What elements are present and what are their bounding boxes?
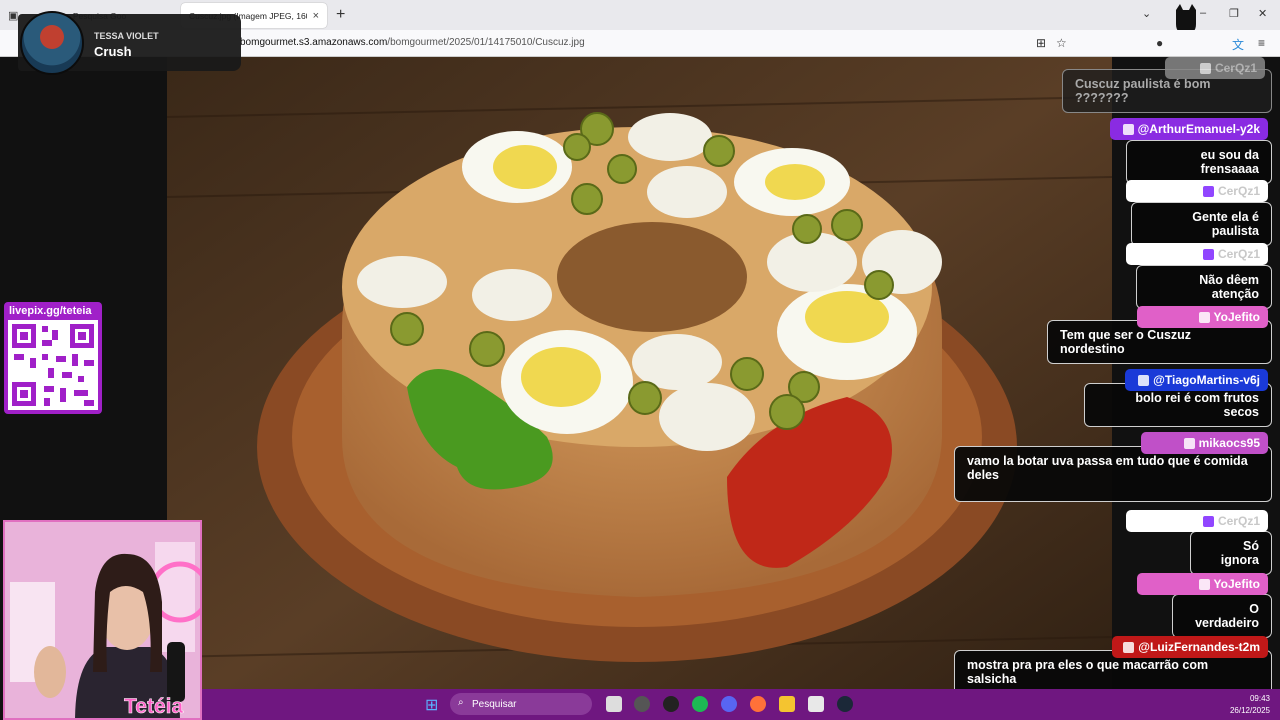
- clock-time: 09:43: [1249, 694, 1270, 703]
- chat-message: vamo la botar uva passa em tudo que é co…: [954, 446, 1272, 502]
- now-playing-artist: TESSA VIOLET: [94, 31, 159, 41]
- album-art: [20, 11, 84, 75]
- close-tab-icon[interactable]: ×: [313, 10, 319, 22]
- badge-icon: [1198, 311, 1210, 323]
- address-bar[interactable]: bomgourmet.s3.amazonaws.com/bomgourmet/2…: [240, 37, 585, 48]
- chat-username-label: CerQz1: [1214, 61, 1257, 75]
- livepix-label: livepix.gg/teteia: [9, 305, 92, 317]
- chat-username[interactable]: @LuizFernandes-t2m: [1112, 636, 1268, 658]
- close-window-icon[interactable]: ✕: [1258, 7, 1267, 20]
- system-clock[interactable]: 09:43 26/12/2025: [1230, 693, 1270, 717]
- badge-icon: [1202, 185, 1214, 197]
- chat-username-label: @ArthurEmanuel-y2k: [1137, 122, 1260, 136]
- badge-icon: [1202, 515, 1214, 527]
- chat-username-label: @TiagoMartins-v6j: [1153, 373, 1260, 387]
- badge-icon: [1183, 437, 1195, 449]
- badge-icon: [1198, 578, 1210, 590]
- now-playing: TESSA VIOLET Crush: [18, 11, 241, 75]
- badge-icon: [1202, 248, 1214, 260]
- chat-username-label: CerQz1: [1217, 514, 1260, 528]
- taskbar-search-placeholder: Pesquisar: [472, 698, 517, 710]
- chat-username[interactable]: CerQz1: [1126, 180, 1268, 202]
- taskbar: [202, 689, 1280, 720]
- minimize-icon[interactable]: –: [1200, 7, 1206, 19]
- livepix-widget: livepix.gg/teteia: [4, 302, 102, 414]
- badge-icon: [1123, 641, 1135, 653]
- chat-username-label: CerQz1: [1217, 247, 1260, 261]
- taskbar-search[interactable]: ⌕ Pesquisar: [450, 693, 592, 715]
- files-icon[interactable]: [606, 696, 622, 712]
- chat-username[interactable]: CerQz1: [1165, 57, 1265, 79]
- chat-username[interactable]: @ArthurEmanuel-y2k: [1110, 118, 1268, 140]
- search-icon: ⌕: [458, 697, 464, 708]
- translate-icon[interactable]: 文: [1232, 36, 1244, 53]
- store-icon[interactable]: [808, 696, 824, 712]
- bookmark-star-icon[interactable]: ☆: [1056, 36, 1067, 50]
- new-tab-icon[interactable]: +: [336, 6, 345, 24]
- chat-username-label: YoJefito: [1213, 310, 1260, 324]
- extension-icon[interactable]: ●: [1156, 36, 1163, 50]
- obs-icon[interactable]: [634, 696, 650, 712]
- reader-icon[interactable]: ⊞: [1036, 36, 1046, 50]
- food-image: [167, 57, 1112, 720]
- chat-username-label: CerQz1: [1217, 184, 1260, 198]
- app-icon[interactable]: [663, 696, 679, 712]
- chat-username[interactable]: YoJefito: [1137, 573, 1268, 595]
- discord-icon[interactable]: [721, 696, 737, 712]
- chat-message: O verdadeiro: [1172, 594, 1272, 638]
- qr-code: [8, 320, 98, 410]
- chat-username[interactable]: mikaocs95: [1141, 432, 1268, 454]
- chat-username[interactable]: @TiagoMartins-v6j: [1125, 369, 1268, 391]
- chat-username-label: mikaocs95: [1198, 436, 1260, 450]
- webcam-feed: [3, 520, 202, 720]
- spotify-icon[interactable]: [692, 696, 708, 712]
- windows-start-icon[interactable]: ⊞: [425, 695, 438, 715]
- chat-username-label: @LuizFernandes-t2m: [1138, 640, 1260, 654]
- folder-icon[interactable]: [779, 696, 795, 712]
- chat-username[interactable]: CerQz1: [1126, 510, 1268, 532]
- chat-message: Só ignora: [1190, 531, 1272, 575]
- badge-icon: [1138, 374, 1150, 386]
- chat-message: Gente ela é paulista: [1131, 202, 1272, 246]
- chevron-down-icon[interactable]: ⌄: [1142, 7, 1151, 20]
- chat-message: Não dêem atenção: [1136, 265, 1272, 309]
- streamer-name: Tetéia: [124, 695, 184, 719]
- menu-icon[interactable]: ≡: [1258, 36, 1265, 50]
- now-playing-song: Crush: [94, 44, 132, 59]
- url-path: /bomgourmet/2025/01/14175010/Cuscuz.jpg: [387, 37, 585, 48]
- steam-icon[interactable]: [837, 696, 853, 712]
- chat-username[interactable]: CerQz1: [1126, 243, 1268, 265]
- firefox-icon[interactable]: [750, 696, 766, 712]
- url-host: bomgourmet.s3.amazonaws.com: [240, 37, 388, 48]
- clock-date: 26/12/2025: [1229, 706, 1270, 715]
- badge-icon: [1199, 62, 1211, 74]
- chat-username[interactable]: YoJefito: [1137, 306, 1268, 328]
- maximize-icon[interactable]: ❐: [1229, 7, 1239, 20]
- chat-username-label: YoJefito: [1213, 577, 1260, 591]
- tab-list-icon[interactable]: ▣: [8, 9, 18, 22]
- badge-icon: [1122, 123, 1134, 135]
- screen: ▣ paulista - Pesquisa Goo Cuscuz.jpg (Im…: [0, 0, 1280, 720]
- chat-message: eu sou da frensaaaa: [1126, 140, 1272, 184]
